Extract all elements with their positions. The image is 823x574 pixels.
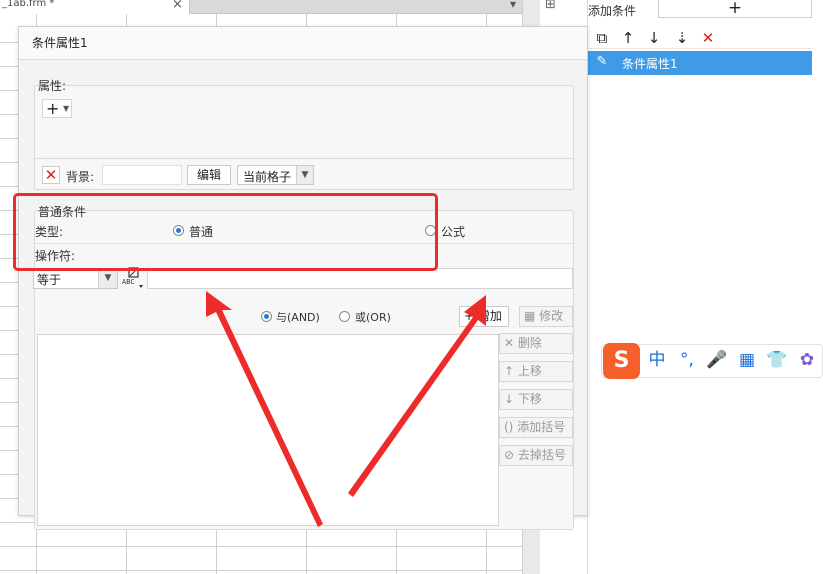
condition-item-label: 条件属性1 (622, 57, 678, 71)
close-icon[interactable]: × (172, 0, 183, 12)
chevron-down-icon[interactable]: ▼ (98, 269, 117, 288)
add-button[interactable]: + 增加 (459, 306, 509, 327)
delete-button[interactable]: ✕ 删除 (499, 333, 573, 354)
condition-value-input[interactable] (147, 268, 573, 289)
skin-icon[interactable]: 👕 (766, 349, 788, 371)
panel-title: 添加条件 (588, 4, 637, 18)
delete-label: 删除 (517, 336, 542, 350)
arrow-down-icon[interactable]: ↓ (644, 28, 664, 48)
remove-parentheses-icon: ⊘ (504, 448, 518, 462)
condition-toolbar: ⧉ ↑ ↓ ⇣ ✕ (588, 27, 812, 49)
add-parentheses-label: 添加括号 (517, 420, 566, 434)
move-up-label: 上移 (517, 364, 542, 378)
modify-label: 修改 (539, 309, 564, 323)
pencil-icon: ✎ (596, 54, 608, 69)
tab-file[interactable]: _1ab.frm * (0, 0, 190, 14)
or-label[interactable]: 或(OR) (355, 309, 391, 325)
tab-menu-icon[interactable]: ▾ (510, 0, 516, 11)
arrow-down-icon: ↓ (504, 392, 518, 406)
grid-icon[interactable]: ⊞ (545, 0, 556, 12)
and-label[interactable]: 与(AND) (276, 309, 320, 325)
condition-panel: 添加条件 + ⧉ ↑ ↓ ⇣ ✕ ✎ 条件属性1 (587, 0, 823, 574)
chevron-down-icon[interactable]: ▼ (63, 104, 69, 113)
copy-icon[interactable]: ⧉ (592, 28, 612, 48)
radio-selected-dot (264, 314, 269, 319)
highlight-box (13, 193, 438, 271)
condition-properties-dialog: 条件属性1 属性: ✕ 背景: 编辑 当前格子 ▼ 普通条件 类型: 普通 公式… (18, 26, 588, 530)
operator-value: 等于 (37, 273, 62, 287)
tab-bar: _1ab.frm * × ▾ (0, 0, 540, 14)
add-condition-button[interactable]: + (658, 0, 812, 18)
background-color-swatch[interactable] (102, 165, 182, 185)
chinese-mode-icon[interactable]: 中 (646, 349, 668, 371)
toolbox-icon[interactable]: ✿ (796, 349, 818, 371)
move-down-button[interactable]: ↓ 下移 (499, 389, 573, 410)
close-icon: ✕ (504, 336, 518, 350)
type-formula-label[interactable]: 公式 (441, 223, 465, 240)
attributes-group (34, 85, 574, 163)
delete-icon[interactable]: ✕ (698, 28, 718, 48)
add-parentheses-button[interactable]: () 添加括号 (499, 417, 573, 438)
tab-label: _1ab.frm * (2, 0, 55, 9)
move-down-label: 下移 (517, 392, 542, 406)
modify-button[interactable]: ▦ 修改 (519, 306, 573, 327)
edit-button[interactable]: 编辑 (187, 165, 231, 185)
arrow-up-icon: ↑ (504, 364, 518, 378)
remove-attribute-icon[interactable]: ✕ (42, 166, 60, 184)
attributes-label: 属性: (38, 79, 67, 93)
punctuation-icon[interactable]: °, (676, 349, 698, 371)
remove-parentheses-button[interactable]: ⊘ 去掉括号 (499, 445, 573, 466)
microphone-icon[interactable]: 🎤 (706, 349, 728, 371)
or-radio[interactable] (339, 311, 350, 322)
add-attribute-label: + (46, 99, 60, 118)
condition-list[interactable] (37, 334, 499, 526)
ime-logo[interactable]: S (603, 343, 640, 379)
move-up-button[interactable]: ↑ 上移 (499, 361, 573, 382)
dialog-body: 属性: ✕ 背景: 编辑 当前格子 ▼ 普通条件 类型: 普通 公式 操作符: … (19, 59, 587, 530)
scope-value: 当前格子 (243, 170, 292, 184)
dialog-title: 条件属性1 (32, 36, 88, 50)
keyboard-icon[interactable]: ▦ (736, 349, 758, 371)
move-bottom-icon[interactable]: ⇣ (672, 28, 692, 48)
condition-list-item[interactable]: ✎ 条件属性1 (588, 51, 812, 75)
chevron-down-icon[interactable]: ▼ (296, 166, 313, 184)
modify-icon: ▦ (524, 309, 540, 323)
background-label: 背景: (66, 170, 95, 184)
svg-text:ABC: ABC (122, 278, 135, 286)
parentheses-icon: () (504, 420, 518, 434)
remove-parentheses-label: 去掉括号 (517, 448, 566, 462)
arrow-up-icon[interactable]: ↑ (618, 28, 638, 48)
